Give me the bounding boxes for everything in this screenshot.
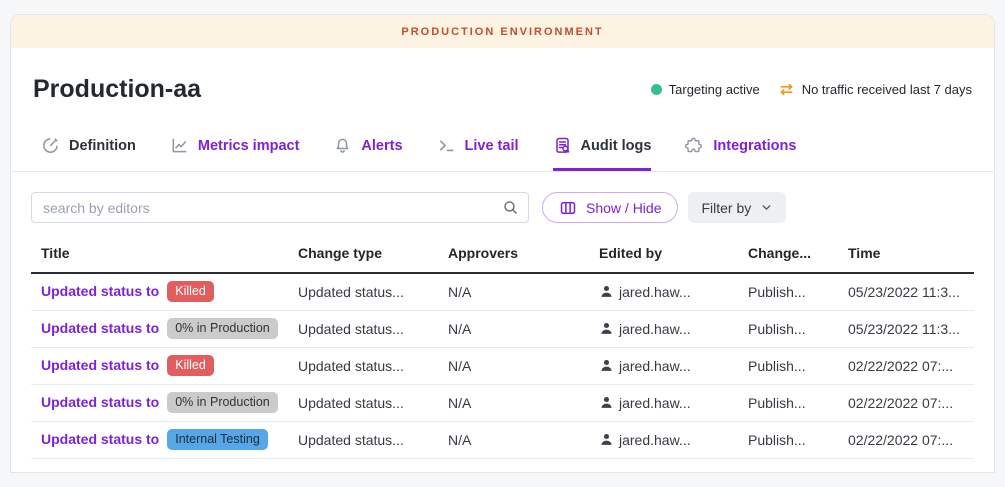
tab-integrations[interactable]: Integrations	[685, 136, 796, 171]
approvers-cell: N/A	[448, 421, 599, 458]
audit-log-toolbar: Show / Hide Filter by	[11, 172, 994, 223]
environment-banner-text: PRODUCTION ENVIRONMENT	[401, 26, 603, 38]
time-cell: 02/22/2022 07:...	[848, 421, 974, 458]
edited-by-value: jared.haw...	[619, 358, 691, 374]
change-cell: Publish...	[748, 347, 848, 384]
targeting-status-label: Targeting active	[669, 82, 760, 97]
edited-by-cell: jared.haw...	[599, 284, 742, 300]
tab-label: Definition	[69, 138, 136, 154]
show-hide-button[interactable]: Show / Hide	[542, 192, 678, 223]
document-magnifier-icon	[553, 136, 572, 155]
search-input[interactable]	[31, 192, 529, 223]
tab-label: Metrics impact	[198, 138, 300, 154]
change-cell: Publish...	[748, 310, 848, 347]
tab-label: Audit logs	[581, 138, 652, 154]
page-header: Production-aa Targeting active No traffi…	[11, 48, 994, 131]
targeting-status: Targeting active	[651, 82, 760, 97]
line-chart-icon	[170, 136, 189, 155]
edited-by-cell: jared.haw...	[599, 321, 742, 337]
edited-by-cell: jared.haw...	[599, 432, 742, 448]
traffic-status: No traffic received last 7 days	[778, 81, 972, 98]
table-row: Updated status to 0% in Production Update…	[31, 310, 974, 347]
column-header-time: Time	[848, 235, 974, 273]
status-indicators: Targeting active No traffic received las…	[651, 81, 972, 98]
green-dot-icon	[651, 84, 662, 95]
audit-log-table: Title Change type Approvers Edited by Ch…	[11, 223, 994, 459]
person-icon	[599, 358, 614, 373]
edited-by-cell: jared.haw...	[599, 358, 742, 374]
edit-circle-icon	[41, 136, 60, 155]
tab-live-tail[interactable]: Live tail	[437, 136, 519, 171]
table-row: Updated status to Internal Testing Update…	[31, 421, 974, 458]
change-type-cell: Updated status...	[298, 310, 448, 347]
flag-detail-card: PRODUCTION ENVIRONMENT Production-aa Tar…	[10, 14, 995, 473]
tab-metrics-impact[interactable]: Metrics impact	[170, 136, 300, 171]
person-icon	[599, 432, 614, 447]
audit-entry-link[interactable]: Updated status to	[41, 431, 159, 447]
tab-definition[interactable]: Definition	[41, 136, 136, 171]
environment-banner: PRODUCTION ENVIRONMENT	[11, 15, 994, 48]
table-row: Updated status to 0% in Production Update…	[31, 384, 974, 421]
status-badge: 0% in Production	[167, 318, 278, 339]
change-cell: Publish...	[748, 384, 848, 421]
approvers-cell: N/A	[448, 310, 599, 347]
bell-icon	[333, 136, 352, 155]
puzzle-icon	[685, 136, 704, 155]
search-wrap	[31, 192, 529, 223]
audit-entry-link[interactable]: Updated status to	[41, 320, 159, 336]
exchange-arrows-icon	[778, 81, 795, 98]
audit-entry-link[interactable]: Updated status to	[41, 394, 159, 410]
chevron-down-icon	[760, 201, 773, 214]
time-cell: 02/22/2022 07:...	[848, 384, 974, 421]
column-header-change-type: Change type	[298, 235, 448, 273]
approvers-cell: N/A	[448, 273, 599, 310]
column-header-change: Change...	[748, 235, 848, 273]
page-title: Production-aa	[33, 75, 201, 104]
tab-bar: Definition Metrics impact Alerts	[11, 131, 994, 172]
edited-by-value: jared.haw...	[619, 321, 691, 337]
change-type-cell: Updated status...	[298, 421, 448, 458]
person-icon	[599, 284, 614, 299]
change-type-cell: Updated status...	[298, 384, 448, 421]
filter-by-label: Filter by	[701, 200, 751, 216]
person-icon	[599, 395, 614, 410]
tab-audit-logs[interactable]: Audit logs	[553, 136, 652, 171]
status-badge: Killed	[167, 281, 214, 302]
table-row: Updated status to Killed Updated status..…	[31, 347, 974, 384]
edited-by-value: jared.haw...	[619, 284, 691, 300]
change-type-cell: Updated status...	[298, 347, 448, 384]
columns-icon	[559, 199, 577, 217]
column-header-approvers: Approvers	[448, 235, 599, 273]
show-hide-label: Show / Hide	[586, 200, 661, 216]
time-cell: 05/23/2022 11:3...	[848, 310, 974, 347]
edited-by-value: jared.haw...	[619, 432, 691, 448]
table-header-row: Title Change type Approvers Edited by Ch…	[31, 235, 974, 273]
time-cell: 02/22/2022 07:...	[848, 347, 974, 384]
filter-by-button[interactable]: Filter by	[688, 192, 786, 223]
terminal-icon	[437, 136, 456, 155]
status-badge: 0% in Production	[167, 392, 278, 413]
edited-by-cell: jared.haw...	[599, 395, 742, 411]
column-header-edited-by: Edited by	[599, 235, 748, 273]
change-type-cell: Updated status...	[298, 273, 448, 310]
tab-label: Live tail	[465, 138, 519, 154]
time-cell: 05/23/2022 11:3...	[848, 273, 974, 310]
audit-entry-link[interactable]: Updated status to	[41, 283, 159, 299]
table-row: Updated status to Killed Updated status..…	[31, 273, 974, 310]
status-badge: Killed	[167, 355, 214, 376]
change-cell: Publish...	[748, 421, 848, 458]
column-header-title: Title	[31, 235, 298, 273]
edited-by-value: jared.haw...	[619, 395, 691, 411]
approvers-cell: N/A	[448, 384, 599, 421]
audit-entry-link[interactable]: Updated status to	[41, 357, 159, 373]
traffic-status-label: No traffic received last 7 days	[802, 82, 972, 97]
search-icon	[502, 199, 519, 221]
tab-label: Integrations	[713, 138, 796, 154]
person-icon	[599, 321, 614, 336]
approvers-cell: N/A	[448, 347, 599, 384]
tab-alerts[interactable]: Alerts	[333, 136, 402, 171]
change-cell: Publish...	[748, 273, 848, 310]
status-badge: Internal Testing	[167, 429, 268, 450]
tab-label: Alerts	[361, 138, 402, 154]
